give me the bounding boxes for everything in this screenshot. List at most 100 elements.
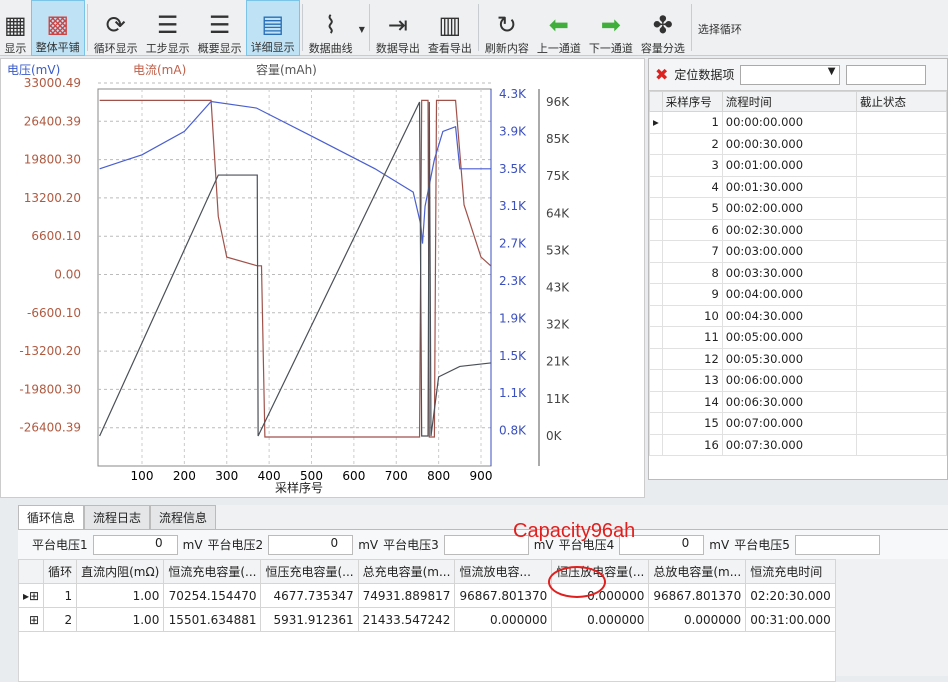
column-header[interactable]: 恒压充电容量(... — [260, 559, 359, 584]
x-tick: 300 — [215, 469, 238, 483]
process-time: 00:05:30.000 — [721, 347, 858, 370]
process-time: 00:06:00.000 — [721, 369, 858, 392]
tile-icon: ▩ — [46, 10, 70, 38]
column-header[interactable]: 直流内阻(mΩ) — [76, 559, 165, 584]
toolbar-curve[interactable]: ⌇ 数据曲线 — [305, 0, 357, 56]
y-right-tick: 43K — [546, 281, 570, 295]
platform-voltage-2-input[interactable]: 0 — [268, 534, 354, 555]
tab-process-log[interactable]: 流程日志 — [84, 505, 151, 529]
platform-voltage-5-input[interactable] — [794, 534, 880, 555]
sample-index: 7 — [661, 240, 723, 263]
table-row[interactable]: 12 00:05:30.000 — [649, 347, 947, 370]
table-row[interactable]: 2 00:00:30.000 — [649, 132, 947, 155]
toolbar-capacity-sort[interactable]: ✤ 容量分选 — [637, 0, 689, 56]
tab-cycle-info[interactable]: 循环信息 — [18, 505, 85, 529]
toolbar-step[interactable]: ☰ 工步显示 — [142, 0, 194, 56]
sample-index: 1 — [661, 111, 723, 134]
sample-index: 9 — [661, 283, 723, 306]
y-left-tick: 0.00 — [54, 268, 81, 282]
expand-icon[interactable]: ▸⊞ — [17, 583, 45, 608]
sample-index: 12 — [661, 347, 723, 370]
table-row[interactable]: 6 00:02:30.000 — [649, 218, 947, 241]
y-left-tick: 6600.10 — [31, 229, 81, 243]
select-cycle[interactable]: 选择循环 — [694, 0, 746, 56]
table-row[interactable]: 11 00:05:00.000 — [649, 326, 947, 349]
column-header[interactable]: 循环 — [43, 559, 78, 584]
y-right-tick: 96K — [546, 95, 570, 109]
platform-voltage-1-input[interactable]: 0 — [92, 534, 178, 555]
table-row[interactable]: ⊞ 2 1.00 15501.634881 5931.912361 21433.54724… — [17, 607, 836, 632]
refresh-icon: ↻ — [496, 11, 517, 39]
column-header[interactable]: 恒流放电容... — [454, 559, 553, 584]
toolbar-tile[interactable]: ▩ 整体平铺 — [30, 0, 85, 56]
display-icon: ▦ — [4, 11, 27, 39]
close-icon[interactable]: ✖ — [655, 65, 668, 84]
process-time: 00:00:00.000 — [721, 111, 858, 134]
x-tick: 800 — [427, 469, 450, 483]
toolbar-detail[interactable]: ▤ 详细显示 — [245, 0, 300, 56]
row-indicator — [649, 261, 663, 284]
process-time: 00:02:30.000 — [721, 218, 858, 241]
annotation-circle — [548, 566, 606, 598]
toolbar-show[interactable]: ▦ 显示 — [0, 0, 31, 56]
toolbar-next-channel[interactable]: ➡ 下一通道 — [585, 0, 637, 56]
table-row[interactable]: 14 00:06:30.000 — [649, 390, 947, 413]
locate-select[interactable]: ▼ — [740, 64, 841, 85]
cutoff-status — [856, 347, 947, 370]
tab-process-info[interactable]: 流程信息 — [150, 505, 217, 529]
platform-label: 平台电压3 — [383, 538, 439, 552]
cell: 0.000000 — [551, 607, 650, 632]
toolbar-export[interactable]: ⇥ 数据导出 — [372, 0, 424, 56]
table-row[interactable]: ▸⊞ 1 1.00 70254.154470 4677.735347 74931.8898… — [17, 583, 836, 608]
unit-label: mV — [709, 537, 730, 552]
table-row[interactable]: 10 00:04:30.000 — [649, 304, 947, 327]
toolbar-refresh[interactable]: ↻ 刷新内容 — [481, 0, 533, 56]
table-row[interactable]: ▸ 1 00:00:00.000 — [649, 111, 947, 134]
data-chart: 电压(mV) 电流(mA) 容量(mAh) 33000.49 26400.39 19… — [0, 58, 645, 498]
chevron-down-icon: ▼ — [358, 25, 365, 34]
toolbar-prev-channel[interactable]: ⬅ 上一通道 — [533, 0, 585, 56]
table-row[interactable]: 15 00:07:00.000 — [649, 412, 947, 435]
table-row[interactable]: 8 00:03:30.000 — [649, 261, 947, 284]
y-blue-tick: 3.5K — [499, 162, 527, 176]
table-row[interactable]: 13 00:06:00.000 — [649, 369, 947, 392]
sample-table: 采样序号 流程时间 截止状态 ▸ 1 00:00:00.000 2 00:00:30.000… — [649, 91, 947, 456]
summary-list-icon: ☰ — [208, 11, 231, 39]
column-header[interactable]: 恒流充电时间 — [745, 559, 836, 584]
table-row[interactable]: 3 00:01:00.000 — [649, 154, 947, 177]
columns-icon: ▥ — [438, 11, 462, 39]
cutoff-status — [856, 261, 947, 284]
sample-index: 8 — [661, 261, 723, 284]
table-row[interactable]: 4 00:01:30.000 — [649, 175, 947, 198]
column-header[interactable]: 总充电容量(m... — [357, 559, 456, 584]
sample-index: 11 — [661, 326, 723, 349]
toolbar-summary[interactable]: ☰ 概要显示 — [194, 0, 246, 56]
table-row[interactable]: 16 00:07:30.000 — [649, 433, 947, 456]
row-indicator — [649, 347, 663, 370]
y-left-tick: 33000.49 — [24, 76, 81, 90]
cutoff-status — [856, 132, 947, 155]
sample-index: 15 — [661, 412, 723, 435]
refresh-cycle-icon: ⟳ — [105, 11, 126, 39]
toolbar-view-export[interactable]: ▥ 查看导出 — [424, 0, 476, 56]
y-right-tick: 75K — [546, 169, 570, 183]
column-header[interactable]: 总放电容量(m... — [648, 559, 747, 584]
curve-dropdown[interactable]: ▼ — [357, 0, 367, 56]
sample-index: 13 — [661, 369, 723, 392]
table-row[interactable]: 7 00:03:00.000 — [649, 240, 947, 263]
expand-icon[interactable]: ⊞ — [17, 607, 45, 632]
x-tick: 900 — [470, 469, 493, 483]
table-row[interactable]: 9 00:04:00.000 — [649, 283, 947, 306]
cell: 1.00 — [76, 607, 165, 632]
column-header[interactable]: 恒流充电容量(... — [163, 559, 262, 584]
table-row[interactable]: 5 00:02:00.000 — [649, 197, 947, 220]
y-left-tick: 19800.30 — [24, 153, 81, 167]
unit-label: mV — [182, 537, 203, 552]
curve-icon: ⌇ — [324, 11, 337, 39]
cell: 96867.801370 — [648, 583, 747, 608]
locate-input[interactable] — [846, 64, 927, 85]
y-blue-tick: 2.3K — [499, 274, 527, 288]
sample-index: 3 — [661, 154, 723, 177]
y-blue-tick: 3.9K — [499, 124, 527, 138]
toolbar-cycle[interactable]: ⟳ 循环显示 — [90, 0, 142, 56]
